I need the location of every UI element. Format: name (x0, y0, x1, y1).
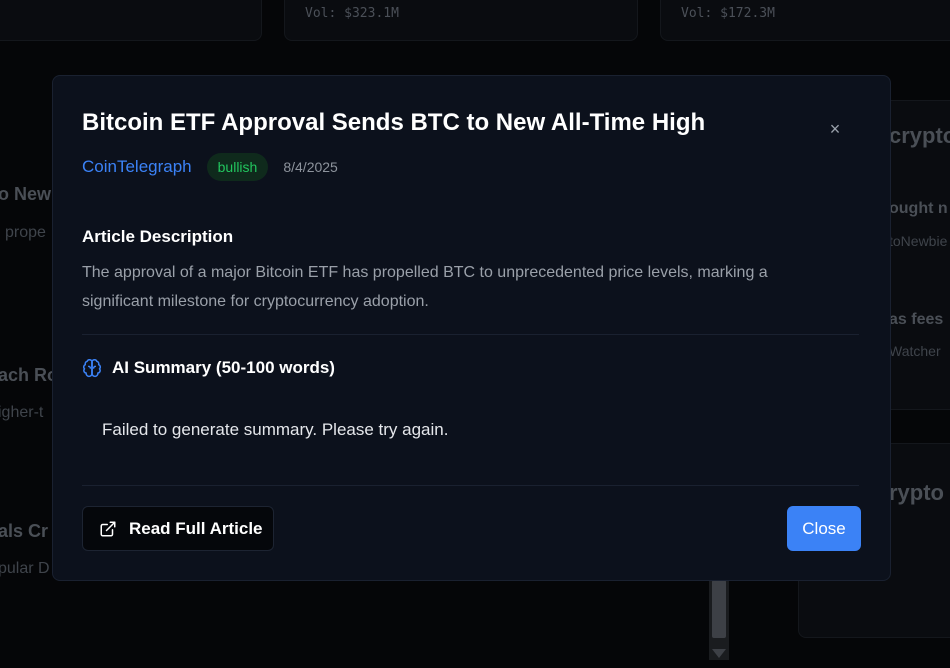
volume-text: Vol: $323.1M (305, 6, 399, 21)
ai-summary-heading: AI Summary (50-100 words) (112, 358, 335, 377)
bg-side-item: ought n (889, 200, 948, 217)
source-link[interactable]: CoinTelegraph (82, 157, 192, 177)
bg-news-title: ach Ro (0, 365, 59, 385)
description-heading: Article Description (82, 227, 234, 246)
article-title: Bitcoin ETF Approval Sends BTC to New Al… (82, 109, 706, 136)
market-card (0, 0, 262, 41)
bg-news-text: igher-t (0, 404, 44, 421)
bg-news-text: pular D (0, 560, 50, 577)
brain-icon (83, 359, 101, 378)
close-icon[interactable]: × (825, 119, 845, 139)
divider (82, 334, 859, 335)
bg-news-title: o New (0, 184, 52, 204)
close-button[interactable]: Close (787, 506, 861, 551)
article-date: 8/4/2025 (283, 159, 338, 175)
divider (82, 485, 859, 486)
read-full-article-button[interactable]: Read Full Article (82, 506, 274, 551)
bg-side-meta: Watcher (889, 343, 941, 359)
bg-side-title: crypto (889, 123, 950, 148)
article-meta: CoinTelegraph bullish 8/4/2025 (82, 153, 338, 181)
summary-status: Failed to generate summary. Please try a… (102, 420, 449, 439)
read-full-article-label: Read Full Article (129, 518, 263, 538)
bg-side-title: rypto T (889, 480, 950, 505)
external-link-icon (100, 521, 116, 536)
scrollbar-thumb[interactable] (712, 580, 726, 638)
bg-news-text: prope (5, 224, 46, 241)
scrollbar[interactable] (709, 580, 729, 660)
ai-summary-header: AI Summary (50-100 words) (82, 358, 335, 378)
article-modal: Bitcoin ETF Approval Sends BTC to New Al… (52, 75, 891, 581)
scroll-down-arrow[interactable] (712, 649, 726, 658)
article-description: The approval of a major Bitcoin ETF has … (82, 264, 768, 310)
volume-text: Vol: $172.3M (681, 6, 775, 21)
sentiment-badge: bullish (206, 153, 269, 181)
bg-side-meta: toNewbie (889, 233, 948, 249)
bg-side-item: as fees (889, 311, 944, 328)
bg-news-title: als Cr (0, 521, 49, 541)
